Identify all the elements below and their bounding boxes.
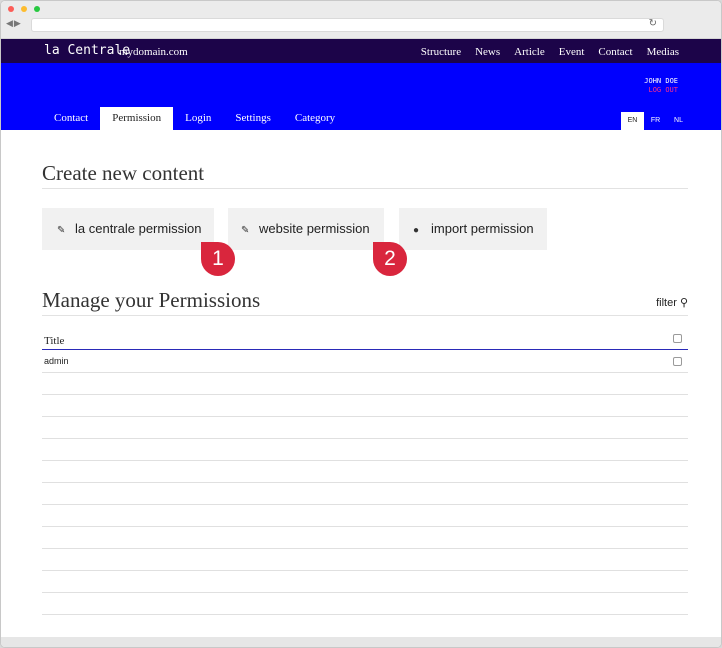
button-label: la centrale permission xyxy=(75,221,202,236)
minimize-window-button[interactable] xyxy=(21,6,27,12)
download-circle-icon: ● xyxy=(413,225,420,236)
zoom-window-button[interactable] xyxy=(34,6,40,12)
pencil-icon: ✎ xyxy=(241,225,250,236)
pencil-icon: ✎ xyxy=(57,225,66,236)
row-title: admin xyxy=(44,356,69,366)
la-centrale-permission-button[interactable]: ✎ la centrale permission xyxy=(42,208,214,250)
user-name: JOHN DOE xyxy=(644,77,678,85)
filter-button[interactable]: filter ⚲ xyxy=(656,296,688,309)
top-navigation-bar: la Centrale mydomain.com Structure News … xyxy=(1,39,721,63)
back-forward-icon[interactable]: ◀▶ xyxy=(6,18,22,29)
close-window-button[interactable] xyxy=(8,6,14,12)
language-switcher: EN FR NL xyxy=(621,112,690,130)
table-row[interactable]: admin xyxy=(42,351,688,373)
table-row-empty xyxy=(42,417,688,439)
language-fr[interactable]: FR xyxy=(644,112,667,130)
tab-category[interactable]: Category xyxy=(283,107,347,130)
row-checkbox[interactable] xyxy=(673,357,682,366)
nav-item-article[interactable]: Article xyxy=(514,46,545,58)
logout-link[interactable]: LOG OUT xyxy=(644,86,678,95)
language-en[interactable]: EN xyxy=(621,112,644,130)
browser-titlebar: ◀▶ ↻ xyxy=(1,1,721,39)
nav-item-news[interactable]: News xyxy=(475,46,500,58)
user-menu: JOHN DOE LOG OUT xyxy=(644,77,678,95)
tab-permission[interactable]: Permission xyxy=(100,107,174,130)
tab-login[interactable]: Login xyxy=(173,107,223,130)
section-header: JOHN DOE LOG OUT Contact Permission Logi… xyxy=(1,63,721,130)
tab-settings[interactable]: Settings xyxy=(223,107,282,130)
select-all-checkbox[interactable] xyxy=(673,334,682,343)
table-row-empty xyxy=(42,505,688,527)
language-nl[interactable]: NL xyxy=(667,112,690,130)
annotation-badge-1: 1 xyxy=(201,242,235,276)
search-icon: ⚲ xyxy=(679,297,688,309)
import-permission-button[interactable]: ● import permission xyxy=(399,208,547,250)
reload-icon[interactable]: ↻ xyxy=(649,18,657,29)
manage-heading: Manage your Permissions xyxy=(42,288,261,312)
table-row-empty xyxy=(42,527,688,549)
nav-item-medias[interactable]: Medias xyxy=(647,46,679,58)
filter-label: filter xyxy=(656,297,677,309)
table-row-empty xyxy=(42,571,688,593)
section-tabs: Contact Permission Login Settings Catego… xyxy=(42,107,347,130)
column-title[interactable]: Title xyxy=(44,335,64,347)
browser-window: ◀▶ ↻ la Centrale mydomain.com Structure … xyxy=(0,0,722,648)
divider xyxy=(42,188,688,189)
nav-item-event[interactable]: Event xyxy=(559,46,585,58)
table-row-empty xyxy=(42,593,688,615)
website-permission-button[interactable]: ✎ website permission xyxy=(228,208,384,250)
browser-bottom-edge xyxy=(1,637,721,647)
table-row-empty xyxy=(42,549,688,571)
annotation-badge-2: 2 xyxy=(373,242,407,276)
nav-item-contact[interactable]: Contact xyxy=(598,46,632,58)
button-label: website permission xyxy=(259,221,370,236)
tab-contact[interactable]: Contact xyxy=(42,107,100,130)
table-row-empty xyxy=(42,483,688,505)
table-header: Title xyxy=(42,330,688,350)
site-domain[interactable]: mydomain.com xyxy=(119,46,188,58)
create-heading: Create new content xyxy=(42,161,205,185)
divider xyxy=(42,315,688,316)
main-nav: Structure News Article Event Contact Med… xyxy=(421,46,679,58)
site-brand[interactable]: la Centrale xyxy=(44,43,130,58)
table-row-empty xyxy=(42,439,688,461)
table-row-empty xyxy=(42,373,688,395)
button-label: import permission xyxy=(431,221,534,236)
table-row-empty xyxy=(42,395,688,417)
nav-item-structure[interactable]: Structure xyxy=(421,46,461,58)
permissions-table: admin xyxy=(42,351,688,615)
address-bar[interactable]: ↻ xyxy=(31,18,664,32)
table-row-empty xyxy=(42,461,688,483)
